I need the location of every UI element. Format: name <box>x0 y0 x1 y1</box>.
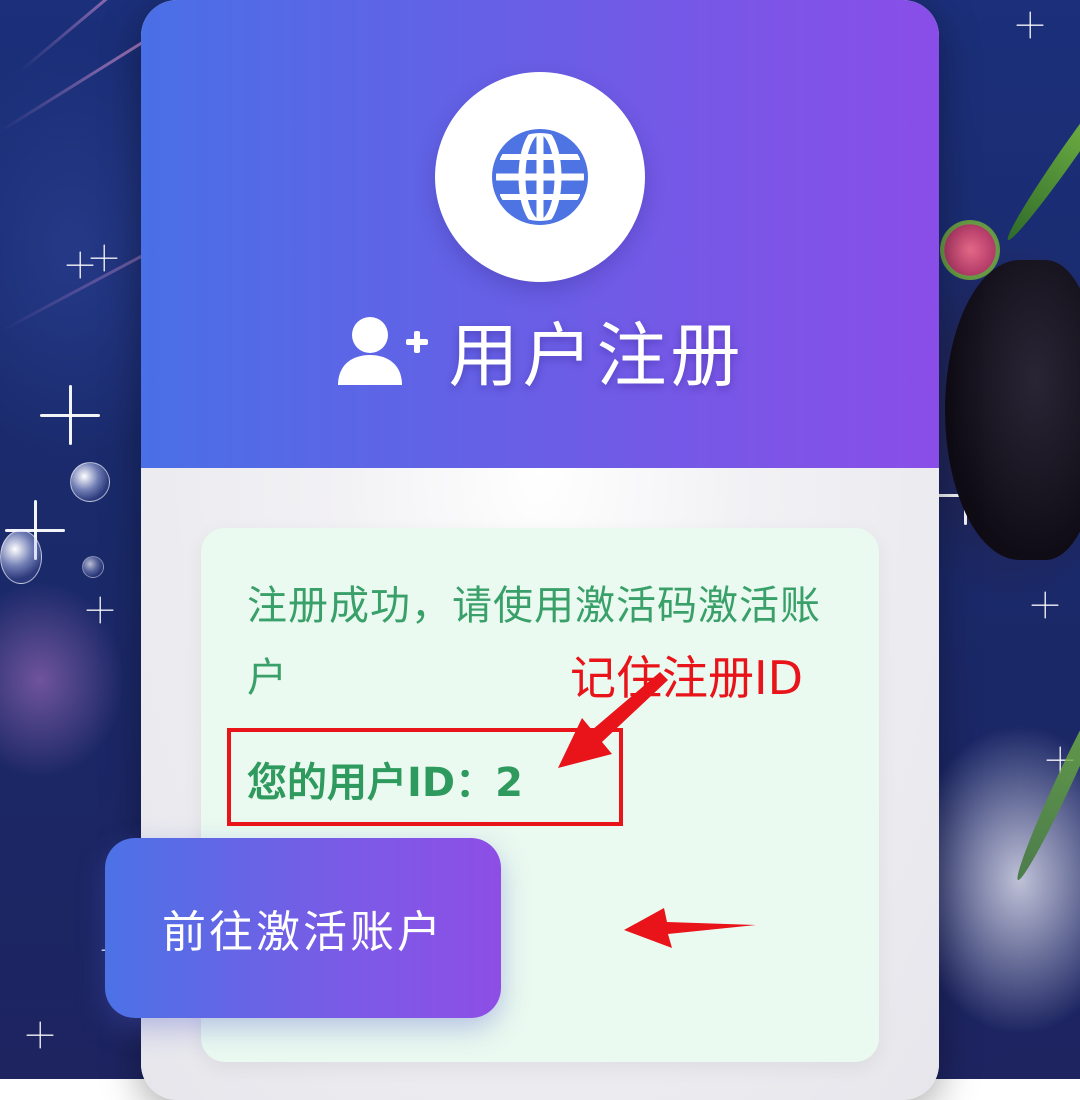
sparkle-icon <box>1031 591 1059 619</box>
bubble <box>82 556 104 578</box>
goto-activate-button[interactable]: 前往激活账户 <box>105 838 501 1018</box>
light-streak <box>19 0 121 73</box>
sparkle-icon <box>40 385 100 445</box>
logo <box>435 72 645 282</box>
sparkle-icon <box>86 596 114 624</box>
page-title: 用户注册 <box>448 314 745 397</box>
card-header: 用户注册 <box>141 0 939 468</box>
sparkle-icon <box>66 251 94 279</box>
annotation-highlight-box <box>227 728 623 826</box>
sparkle-icon <box>90 244 118 272</box>
annotation-label: 记住注册ID <box>570 651 803 705</box>
bubble <box>70 462 110 502</box>
sparkle-icon <box>26 1021 54 1049</box>
bubble <box>0 530 42 584</box>
user-add-icon <box>337 316 428 385</box>
leaf <box>1010 677 1080 884</box>
leaf <box>1001 55 1080 245</box>
page-title-row: 用户注册 <box>141 300 939 400</box>
flower <box>940 220 1000 280</box>
globe-icon <box>492 127 588 227</box>
sparkle-icon <box>1016 11 1044 39</box>
